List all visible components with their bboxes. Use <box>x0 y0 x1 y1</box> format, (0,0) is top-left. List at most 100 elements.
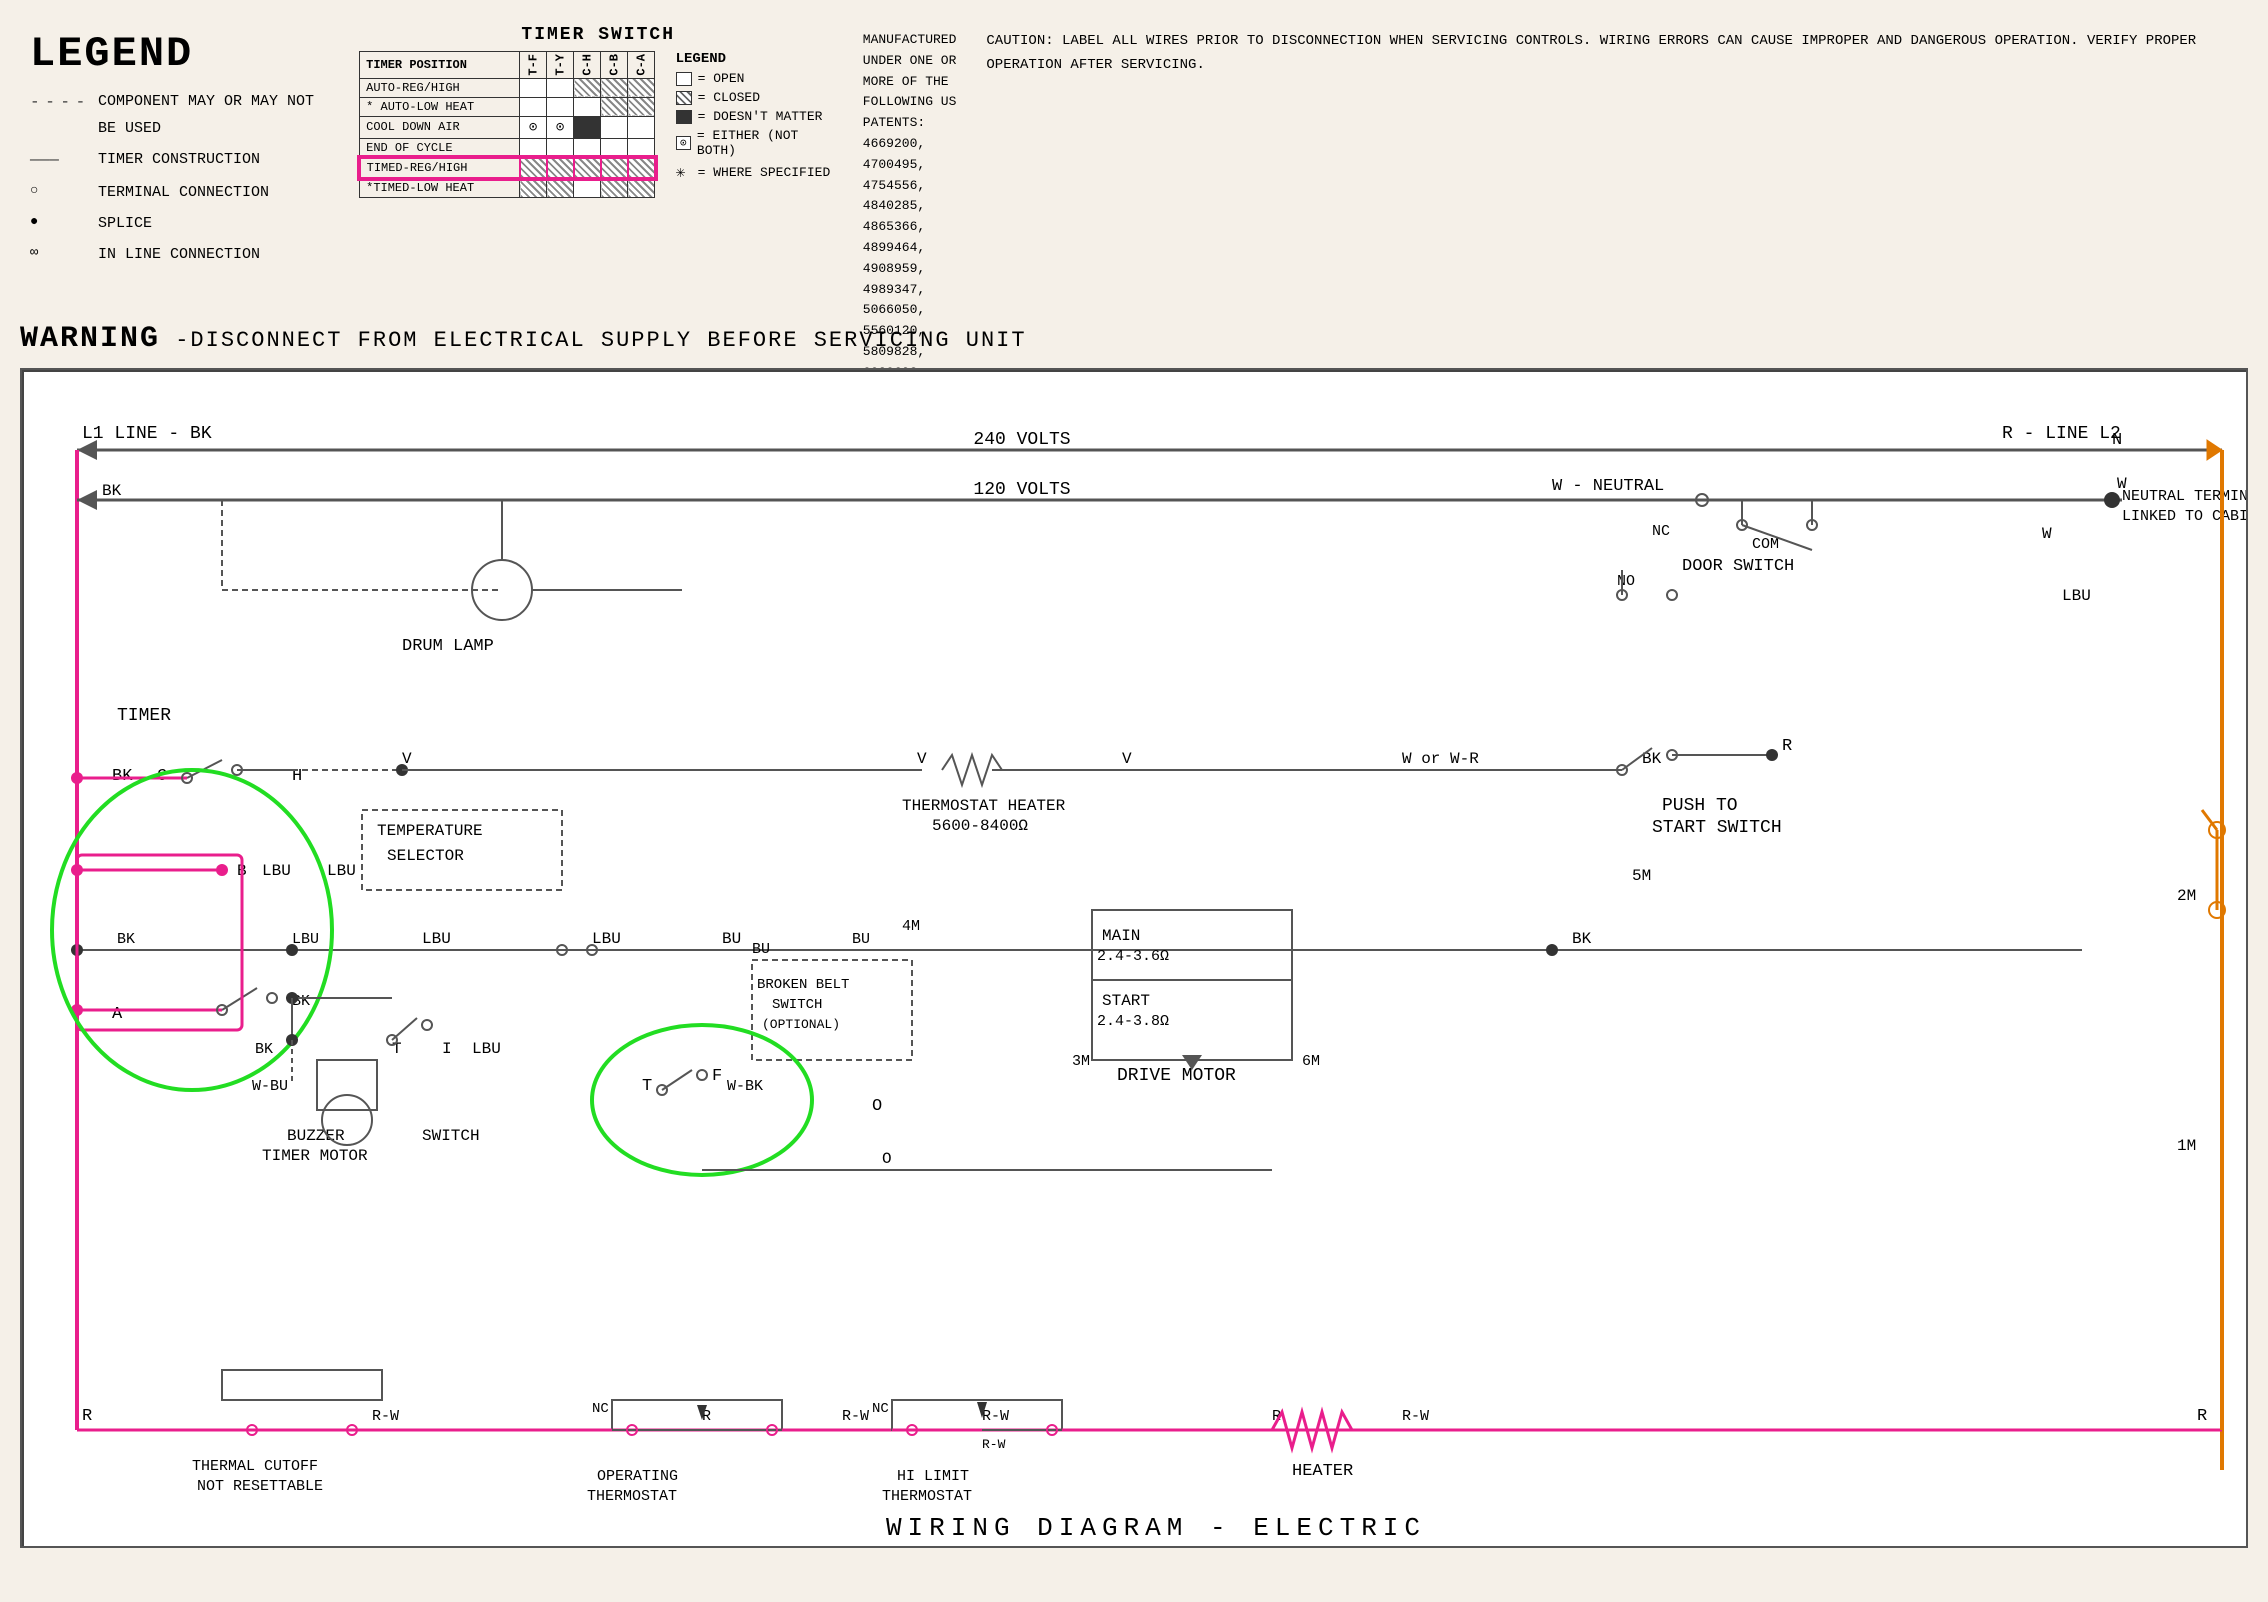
broken-belt-3: (OPTIONAL) <box>762 1017 840 1032</box>
row-3-c3 <box>574 116 601 138</box>
col-ty: T-Y <box>547 52 574 79</box>
diagram-area: L1 LINE - BK R - LINE L2 240 VOLTS 120 V… <box>20 368 2248 1548</box>
row-6-c1 <box>520 178 547 198</box>
solid-symbol: ——— <box>30 146 90 175</box>
tl-open: = OPEN <box>676 71 838 86</box>
legend-item-5: ∞ IN LINE CONNECTION <box>30 241 344 268</box>
col-ch: C-H <box>574 52 601 79</box>
lbu-b: LBU <box>262 862 291 880</box>
hi-limit-1: HI LIMIT <box>897 1468 969 1485</box>
nc-bot-1: NC <box>592 1401 609 1417</box>
closed-label: = CLOSED <box>698 90 760 105</box>
bu-1: BU <box>722 930 741 948</box>
nc-1: NC <box>1652 523 1670 540</box>
lbu-mid: LBU <box>592 930 621 948</box>
legend-header: LEGEND <box>676 51 838 67</box>
page: { "legend": { "title": "LEGEND", "items"… <box>0 0 2268 1602</box>
legend-left: LEGEND - - - - COMPONENT MAY OR MAY NOTB… <box>20 20 354 310</box>
legend-text-2: TIMER CONSTRUCTION <box>98 146 260 173</box>
neutral-term-2: LINKED TO CABINET <box>2122 508 2248 525</box>
v3: V <box>1122 750 1132 768</box>
six-m: 6M <box>1302 1053 1320 1070</box>
lbu-b2: LBU <box>327 862 356 880</box>
row-2-label: * AUTO-LOW HEAT <box>360 97 520 116</box>
wiring-diagram-svg: L1 LINE - BK R - LINE L2 240 VOLTS 120 V… <box>22 370 2248 1548</box>
push-to-start-2: START SWITCH <box>1652 818 1782 838</box>
a-label: A <box>112 1005 123 1024</box>
circle-symbol: ○ <box>30 179 90 204</box>
bk-buzzer: BK <box>255 1041 273 1058</box>
r-bottom-left: R <box>82 1407 92 1426</box>
r-w-5: R-W <box>1402 1408 1429 1425</box>
row-2-c4 <box>601 97 628 116</box>
r-bottom-right: R <box>2197 1407 2207 1426</box>
warning-bold: WARNING <box>20 322 160 356</box>
circle-sym: ⊙ <box>676 136 691 150</box>
i-label: I <box>442 1040 452 1058</box>
row-6-c2 <box>547 178 574 198</box>
lbu-switch: LBU <box>472 1040 501 1058</box>
three-m: 3M <box>1072 1053 1090 1070</box>
legend-text-4: SPLICE <box>98 210 152 237</box>
legend-item-3: ○ TERMINAL CONNECTION <box>30 179 344 206</box>
w-label-2: W <box>2042 525 2052 543</box>
legend-item-4: ● SPLICE <box>30 210 344 237</box>
tl-closed: = CLOSED <box>676 90 838 105</box>
w-bu: W-BU <box>252 1078 288 1095</box>
timer-legend: LEGEND = OPEN = CLOSED = DOESN'T MATTER <box>676 51 838 186</box>
row-4-c1 <box>520 138 547 158</box>
r-line-l2: R - LINE L2 <box>2002 424 2121 444</box>
n-label: N <box>2112 431 2122 450</box>
dashed-symbol: - - - - <box>30 88 90 117</box>
op-thermo-2: THERMOSTAT <box>587 1488 677 1505</box>
row-1-label: AUTO-REG/HIGH <box>360 78 520 97</box>
legend-text-5: IN LINE CONNECTION <box>98 241 260 268</box>
row-2-c5 <box>628 97 655 116</box>
row-1-c5 <box>628 78 655 97</box>
drum-lamp-label: DRUM LAMP <box>402 637 494 656</box>
infinity-symbol: ∞ <box>30 241 90 266</box>
hi-limit-2: THERMOSTAT <box>882 1488 972 1505</box>
row-5-c3 <box>574 158 601 178</box>
row-4-label: END OF CYCLE <box>360 138 520 158</box>
lbu-main: LBU <box>422 930 451 948</box>
wiring-title: WIRING DIAGRAM - ELECTRIC <box>886 1513 1426 1543</box>
timer-row-3: COOL DOWN AIR ⊙ ⊙ <box>360 116 655 138</box>
temp-sel-2: SELECTOR <box>387 847 464 865</box>
row-3-c2: ⊙ <box>547 116 574 138</box>
four-m: 4M <box>902 918 920 935</box>
star-symbol: ✳ <box>676 162 692 182</box>
thermal-cutoff-1: THERMAL CUTOFF <box>192 1458 318 1475</box>
lbu-line: LBU <box>292 931 319 948</box>
row-6-c3 <box>574 178 601 198</box>
row-1-c4 <box>601 78 628 97</box>
row-6-c4 <box>601 178 628 198</box>
timer-row-5-highlight: TIMED-REG/HIGH <box>360 158 655 178</box>
caution-area: CAUTION: LABEL ALL WIRES PRIOR TO DISCON… <box>976 20 2248 310</box>
timer-table: TIMER POSITION T-F T-Y C-H C-B C-A AUTO-… <box>359 51 656 198</box>
temp-sel-1: TEMPERATURE <box>377 822 483 840</box>
tl-black: = DOESN'T MATTER <box>676 109 838 124</box>
thermal-cutoff-2: NOT RESETTABLE <box>197 1478 323 1495</box>
caution-text: CAUTION: LABEL ALL WIRES PRIOR TO DISCON… <box>986 30 2238 78</box>
row-4-c3 <box>574 138 601 158</box>
bk-right: BK <box>1572 930 1592 948</box>
row-3-c5 <box>628 116 655 138</box>
t-switch-label: T <box>642 1077 652 1096</box>
start-winding: START <box>1102 992 1150 1010</box>
row-4-c2 <box>547 138 574 158</box>
closed-symbol <box>676 91 692 105</box>
timer-row-1: AUTO-REG/HIGH <box>360 78 655 97</box>
o-lower: O <box>882 1150 892 1168</box>
black-symbol <box>676 110 692 124</box>
tl-star: ✳ = WHERE SPECIFIED <box>676 162 838 182</box>
nc-bot-2: NC <box>872 1401 889 1417</box>
timer-row-4: END OF CYCLE <box>360 138 655 158</box>
col-ca: C-A <box>628 52 655 79</box>
warning-bar: WARNING -DISCONNECT FROM ELECTRICAL SUPP… <box>20 318 2248 360</box>
r-w-1: R-W <box>372 1408 399 1425</box>
push-to-start-1: PUSH TO <box>1662 796 1738 816</box>
dot-symbol: ● <box>30 210 90 235</box>
row-6-c5 <box>628 178 655 198</box>
patents-area: MANUFACTURED UNDER ONE OR MORE OF THE FO… <box>843 20 977 310</box>
